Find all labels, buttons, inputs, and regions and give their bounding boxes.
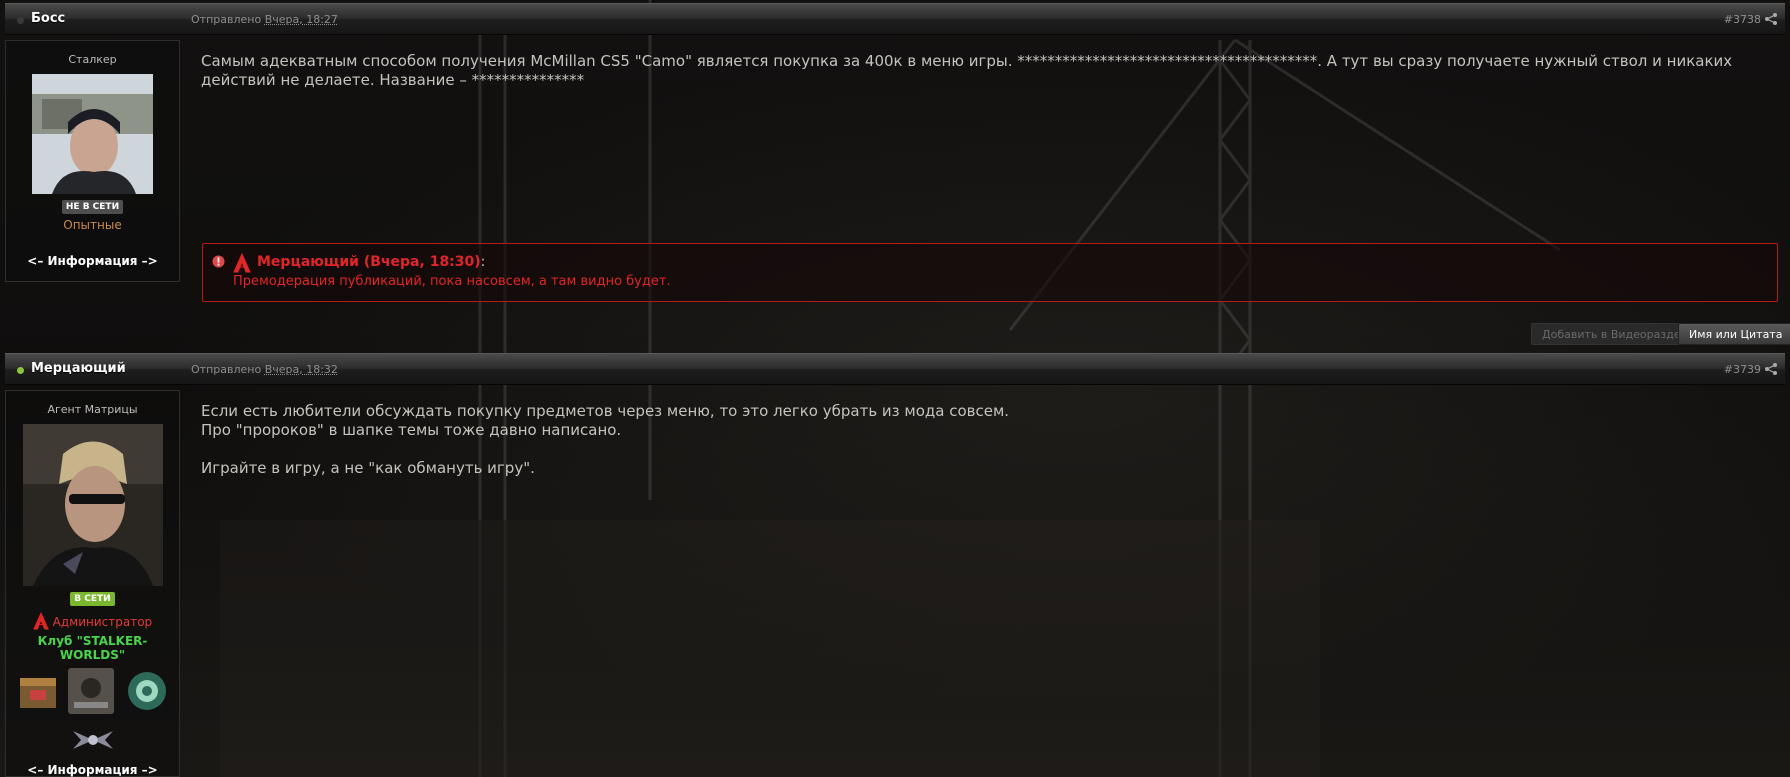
award-wings-icon[interactable] [69,725,117,755]
post-line: Если есть любители обсуждать покупку пре… [201,402,1010,420]
status-badge: В СЕТИ [70,592,115,606]
author-name[interactable]: Босс [31,11,65,26]
quote-button[interactable]: Имя или Цитата [1678,323,1790,345]
share-icon[interactable] [1765,363,1777,375]
post-body: Если есть любители обсуждать покупку пре… [201,402,1781,478]
background-crane-art [220,0,1561,777]
awards-row [6,666,179,721]
moderation-colon: : [480,254,486,270]
avatar[interactable] [32,74,153,194]
admin-a-icon [233,253,251,273]
author-name[interactable]: Мерцающий [31,361,126,376]
user-rank: Агент Матрицы [47,403,138,416]
online-dot [17,367,24,374]
post-header: Босс Отправлено Вчера, 18:27 #3738 [5,3,1785,35]
award-box-icon[interactable] [16,668,62,714]
user-group: Опытные [63,218,122,232]
club-name[interactable]: Клуб "STALKER-WORLDS" [6,634,179,662]
date-prefix: Отправлено [191,13,262,26]
post-line: Играйте в игру, а не "как обмануть игру"… [201,459,535,477]
post-header: Мерцающий Отправлено Вчера, 18:32 #3739 [5,353,1785,385]
post-date: Отправлено Вчера, 18:27 [191,13,338,26]
post-number-link[interactable]: #3739 [1724,363,1761,376]
user-group: Администратор [52,615,153,629]
offline-dot [17,17,24,24]
award-stalker-icon[interactable] [68,668,114,714]
moderation-text: Премодерация публикаций, пока насовсем, … [233,274,671,289]
post-line-blank [201,440,1781,459]
user-group-row: Администратор [6,611,179,630]
date-relative: Вчера, 18:32 [264,363,338,376]
admin-a-icon [33,611,49,630]
award-emblem-icon[interactable] [124,668,170,714]
post-line: Про "пророков" в шапке темы тоже давно н… [201,421,622,439]
moderation-notice: Мерцающий (Вчера, 18:30): Премодерация п… [202,243,1778,302]
add-to-video-button[interactable]: Добавить в Видеораздел [1531,323,1699,345]
post-number-link[interactable]: #3738 [1724,13,1761,26]
author-sidebar: Сталкер НЕ В СЕТИ Опытные <– Информация … [5,40,180,282]
status-badge: НЕ В СЕТИ [61,200,124,214]
info-link[interactable]: <– Информация –> [6,254,179,268]
user-rank: Сталкер [68,53,117,66]
moderation-header: Мерцающий (Вчера, 18:30): [257,254,485,270]
date-prefix: Отправлено [191,363,262,376]
warning-icon [212,255,225,268]
moderation-date: (Вчера, 18:30) [363,254,481,270]
post-date: Отправлено Вчера, 18:32 [191,363,338,376]
author-sidebar: Агент Матрицы В СЕТИ Администратор Клуб … [5,390,180,777]
avatar[interactable] [22,424,163,586]
share-icon[interactable] [1765,13,1777,25]
moderator-name[interactable]: Мерцающий [257,254,359,270]
date-relative: Вчера, 18:27 [264,13,338,26]
info-link[interactable]: <– Информация –> [6,763,179,777]
post-body: Самым адекватным способом получения McMi… [201,52,1733,89]
